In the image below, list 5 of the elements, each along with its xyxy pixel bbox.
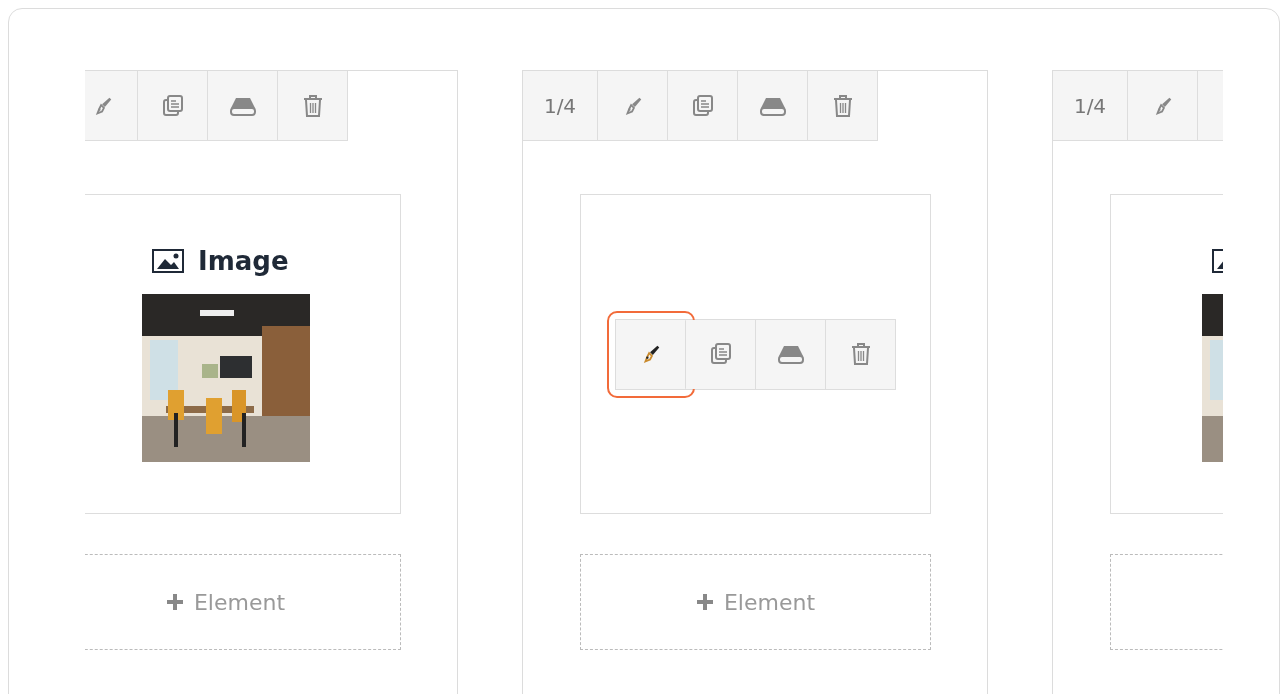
add-element-button[interactable]: Element (580, 554, 931, 650)
element-title: Image (198, 246, 289, 276)
add-element-button[interactable]: Element (85, 554, 401, 650)
counter-button[interactable]: 1/4 (1053, 71, 1128, 141)
counter-button[interactable]: 1/4 (523, 71, 598, 141)
